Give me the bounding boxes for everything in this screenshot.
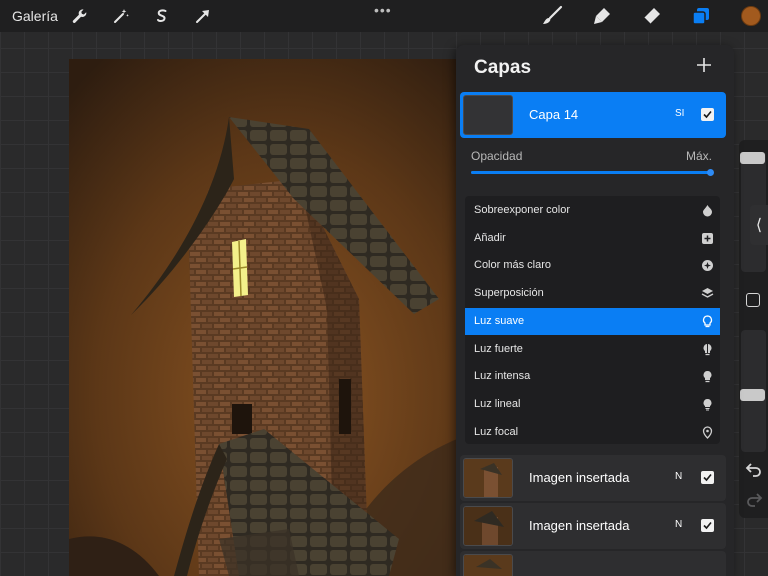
selection-icon[interactable]: [150, 4, 174, 28]
layer-visibility-checkbox[interactable]: [701, 108, 714, 121]
blend-mode-item[interactable]: Luz focal: [465, 419, 720, 446]
layer-blend-button[interactable]: N: [675, 519, 682, 530]
layer-thumbnail: [463, 506, 513, 546]
blend-mode-label: Luz fuerte: [474, 342, 523, 355]
redo-icon[interactable]: [745, 490, 763, 508]
blend-mode-item[interactable]: Luz lineal: [465, 391, 720, 418]
side-bar: ⟨: [739, 140, 768, 518]
pin-light-icon: [701, 425, 714, 439]
blend-mode-label: Luz lineal: [474, 397, 521, 410]
layer-blend-button[interactable]: SI: [675, 108, 684, 119]
checkmark-icon: [703, 521, 712, 530]
checkmark-icon: [703, 110, 712, 119]
gallery-button[interactable]: Galería: [12, 8, 58, 24]
lightbulb-icon: [701, 315, 714, 328]
blend-mode-item[interactable]: Luz intensa: [465, 363, 720, 390]
layer-row[interactable]: Imagen insertada N: [460, 455, 726, 501]
blend-mode-item[interactable]: Sobreexponer color: [465, 197, 720, 224]
more-options-dots[interactable]: •••: [374, 2, 392, 18]
add-square-icon: [701, 232, 714, 245]
blend-mode-label: Luz focal: [474, 425, 519, 438]
drawing-canvas[interactable]: [69, 59, 457, 576]
hard-light-icon: [701, 343, 714, 356]
brush-opacity-handle[interactable]: [740, 389, 765, 401]
color-picker-swatch[interactable]: [741, 6, 761, 26]
blend-mode-list: Sobreexponer color Añadir Color más claro S…: [465, 196, 720, 444]
smudge-icon[interactable]: [590, 4, 614, 28]
layer-name: Imagen insertada: [529, 470, 630, 485]
opacity-max-label: Máx.: [686, 149, 713, 163]
linear-light-icon: [701, 398, 714, 411]
wrench-icon[interactable]: [67, 4, 91, 28]
blend-mode-item[interactable]: Luz suave: [465, 307, 720, 335]
eraser-icon[interactable]: [639, 4, 663, 28]
burn-icon: [701, 204, 714, 217]
blend-mode-item[interactable]: Añadir: [465, 225, 720, 252]
layers-panel: Capas Capa 14 SI Opacidad Máx. Sobreexpo…: [456, 45, 734, 576]
layer-visibility-checkbox[interactable]: [701, 519, 714, 532]
modify-button-square-icon[interactable]: [746, 293, 760, 307]
overlay-icon: [701, 287, 714, 300]
layer-thumbnail: [463, 554, 513, 576]
add-layer-plus-icon[interactable]: [694, 55, 714, 75]
layer-row-active[interactable]: Capa 14 SI: [460, 92, 726, 138]
panel-title: Capas: [474, 57, 532, 78]
opacity-label: Opacidad: [471, 149, 523, 163]
layers-icon[interactable]: [689, 4, 713, 28]
opacity-slider[interactable]: [471, 169, 714, 176]
blend-mode-label: Luz intensa: [474, 370, 531, 383]
layer-name: Capa 14: [529, 107, 579, 122]
blend-mode-label: Sobreexponer color: [474, 204, 571, 216]
transform-arrow-icon[interactable]: [191, 4, 215, 28]
layer-row[interactable]: Imagen insertada N: [460, 503, 726, 549]
magic-wand-icon[interactable]: [109, 4, 133, 28]
layer-blend-button[interactable]: N: [675, 471, 682, 482]
top-toolbar: Galería •••: [0, 0, 768, 32]
opacity-slider-knob[interactable]: [707, 169, 714, 176]
blend-mode-label: Luz suave: [474, 314, 525, 327]
brush-icon[interactable]: [540, 4, 564, 28]
layer-thumbnail: [463, 458, 513, 498]
vivid-light-icon: [701, 370, 714, 383]
blend-mode-item[interactable]: Superposición: [465, 280, 720, 307]
undo-icon[interactable]: [745, 460, 763, 478]
blend-mode-label: Añadir: [474, 231, 506, 244]
opacity-slider-fill: [471, 171, 711, 174]
chevron-left-icon[interactable]: ⟨: [750, 205, 768, 245]
blend-mode-label: Color más claro: [474, 259, 552, 272]
blend-mode-item[interactable]: Luz fuerte: [465, 336, 720, 363]
layer-name: Imagen insertada: [529, 518, 630, 533]
brush-size-handle[interactable]: [740, 152, 765, 164]
lighter-color-icon: [701, 259, 714, 272]
blend-mode-item[interactable]: Color más claro: [465, 252, 720, 279]
layer-row[interactable]: [460, 551, 726, 576]
layer-visibility-checkbox[interactable]: [701, 471, 714, 484]
checkmark-icon: [703, 473, 712, 482]
layer-thumbnail: [463, 95, 513, 135]
blend-mode-label: Superposición: [474, 287, 544, 300]
